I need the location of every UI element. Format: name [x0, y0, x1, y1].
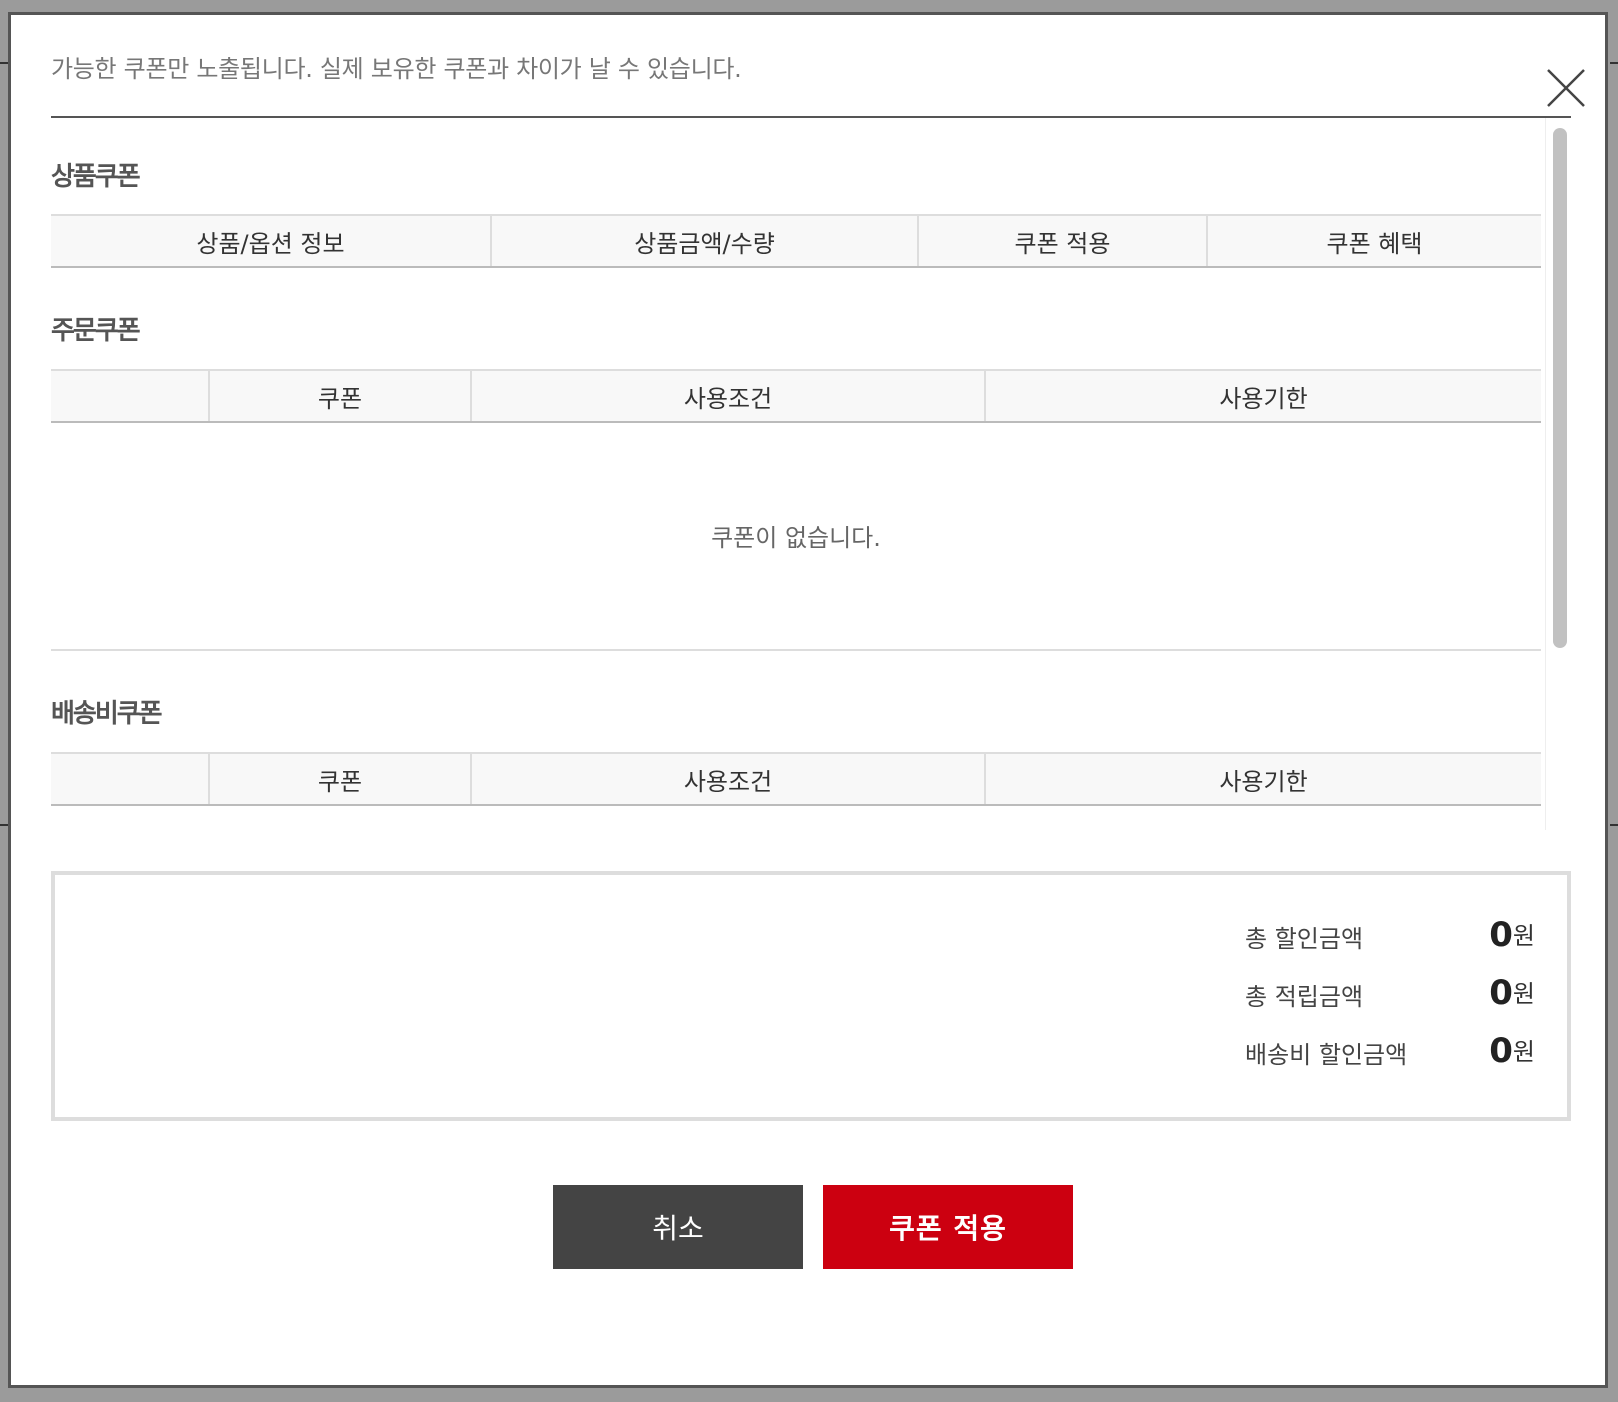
summary-value: 0원	[1489, 1031, 1535, 1071]
shipping-coupon-title: 배송비쿠폰	[51, 699, 163, 729]
summary-label: 배송비 할인금액	[1245, 1041, 1408, 1069]
summary-value: 0원	[1489, 973, 1535, 1013]
vertical-scrollbar[interactable]	[1545, 118, 1571, 830]
order-coupon-table-bottom-border	[51, 649, 1541, 651]
column-header-coupon: 쿠폰	[208, 371, 470, 421]
summary-row-total-points: 총 적립금액 0원	[1245, 973, 1535, 1013]
summary-value: 0원	[1489, 915, 1535, 955]
summary-label: 총 할인금액	[1245, 925, 1364, 953]
summary-row-total-discount: 총 할인금액 0원	[1245, 915, 1535, 955]
cancel-button[interactable]: 취소	[553, 1185, 803, 1269]
close-icon	[1547, 69, 1585, 107]
summary-unit: 원	[1512, 1038, 1535, 1066]
product-coupon-table-header: 상품/옵션 정보 상품금액/수량 쿠폰 적용 쿠폰 혜택	[51, 214, 1541, 268]
apply-coupon-button[interactable]: 쿠폰 적용	[823, 1185, 1073, 1269]
column-header-expiry: 사용기한	[984, 371, 1541, 421]
column-header-expiry: 사용기한	[984, 754, 1541, 804]
background-divider	[0, 62, 8, 64]
column-header-conditions: 사용조건	[470, 754, 984, 804]
column-header-price-quantity: 상품금액/수량	[490, 216, 917, 266]
order-coupon-empty-message: 쿠폰이 없습니다.	[711, 524, 881, 552]
background-divider	[1610, 824, 1618, 826]
summary-unit: 원	[1512, 980, 1535, 1008]
close-button[interactable]	[1531, 55, 1591, 115]
column-header-coupon-benefit: 쿠폰 혜택	[1206, 216, 1541, 266]
order-coupon-title: 주문쿠폰	[51, 316, 141, 346]
column-header-select	[51, 754, 208, 804]
column-header-product-option: 상품/옵션 정보	[196, 229, 345, 258]
summary-amount: 0	[1489, 915, 1513, 955]
order-coupon-table-header: 쿠폰 사용조건 사용기한	[51, 369, 1541, 423]
column-header-select	[51, 371, 208, 421]
column-header-coupon-apply: 쿠폰 적용	[917, 216, 1206, 266]
coupon-notice-text: 가능한 쿠폰만 노출됩니다. 실제 보유한 쿠폰과 차이가 날 수 있습니다.	[51, 55, 742, 83]
background-divider	[1610, 62, 1618, 64]
scrollbar-thumb[interactable]	[1553, 128, 1567, 648]
coupon-list-scroll-area[interactable]: 상품쿠폰 상품/옵션 정보 상품금액/수량 쿠폰 적용 쿠폰 혜택 주문쿠폰 쿠…	[51, 118, 1571, 830]
background-divider	[0, 824, 8, 826]
discount-summary-box: 총 할인금액 0원 총 적립금액 0원 배송비 할인금액 0원	[51, 871, 1571, 1121]
summary-amount: 0	[1489, 1031, 1513, 1071]
column-header-coupon: 쿠폰	[208, 754, 470, 804]
summary-row-shipping-discount: 배송비 할인금액 0원	[1245, 1031, 1535, 1071]
coupon-modal: 가능한 쿠폰만 노출됩니다. 실제 보유한 쿠폰과 차이가 날 수 있습니다. …	[8, 12, 1608, 1388]
summary-amount: 0	[1489, 973, 1513, 1013]
summary-unit: 원	[1512, 922, 1535, 950]
column-header-conditions: 사용조건	[470, 371, 984, 421]
shipping-coupon-table-header: 쿠폰 사용조건 사용기한	[51, 752, 1541, 806]
product-coupon-title: 상품쿠폰	[51, 162, 141, 192]
summary-label: 총 적립금액	[1245, 983, 1364, 1011]
